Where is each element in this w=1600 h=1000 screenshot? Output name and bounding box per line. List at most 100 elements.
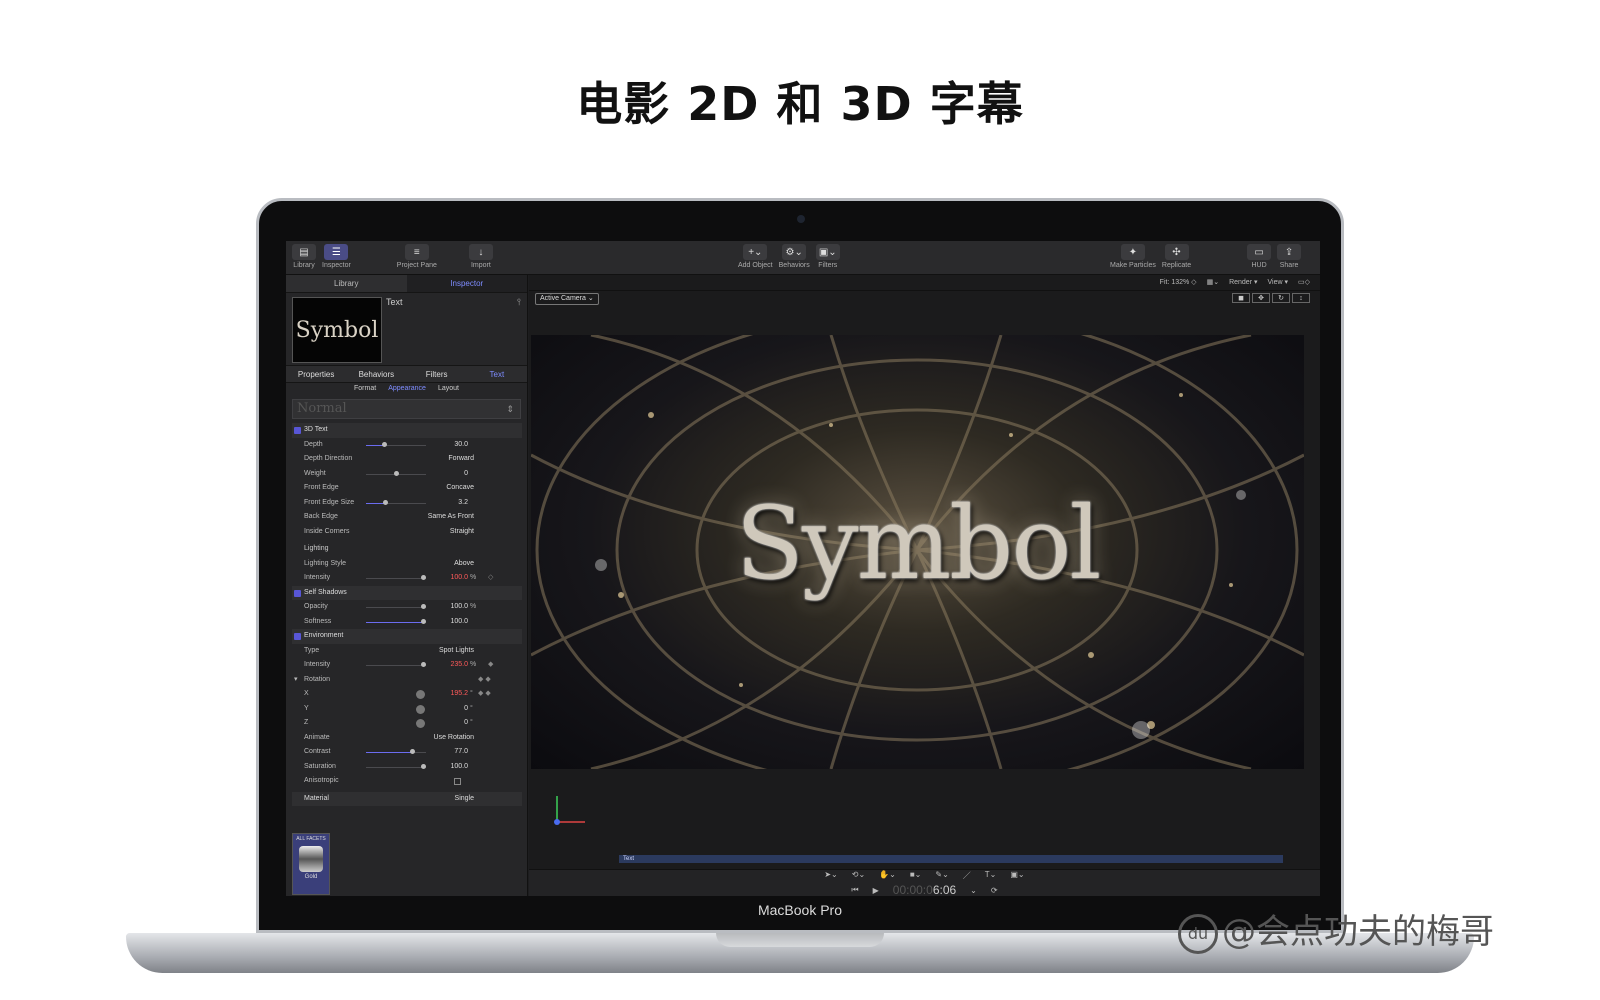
section-3d-text[interactable]: 3D Text	[292, 423, 522, 438]
timeline-text-track[interactable]: Text	[619, 855, 1283, 863]
orbit-icon[interactable]: ↻	[1272, 293, 1290, 303]
import-button[interactable]: ↓ Import	[468, 244, 493, 269]
anisotropic-checkbox[interactable]	[454, 778, 461, 785]
depth-slider[interactable]	[366, 441, 426, 447]
text-pane-tabs: Format Appearance Layout	[286, 383, 527, 395]
back-edge-select[interactable]: Same As Front	[392, 510, 474, 525]
hud-button[interactable]: ▭ HUD	[1247, 244, 1272, 269]
opacity-slider[interactable]	[366, 604, 426, 609]
env-intensity-slider[interactable]	[366, 662, 426, 667]
keyframe-icon[interactable]: ◆	[488, 658, 493, 673]
type-select[interactable]: Spot Lights	[402, 644, 474, 659]
inspector-button[interactable]: ☰ Inspector	[322, 244, 351, 269]
active-camera-menu[interactable]: Active Camera ⌄	[535, 293, 599, 305]
softness-slider[interactable]	[366, 618, 426, 624]
inside-corners-select[interactable]: Straight	[402, 525, 474, 540]
paint-tool-icon[interactable]: ／	[963, 870, 971, 883]
axis-gizmo-icon[interactable]	[551, 790, 591, 830]
canvas-tools: ➤⌄ ⟲⌄ ✋⌄ ■⌄ ✎⌄ ／ T⌄ ▣⌄	[529, 870, 1320, 883]
pin-icon[interactable]: ⫯	[517, 297, 521, 308]
checkbox-icon[interactable]	[294, 633, 301, 640]
transform-tool-icon[interactable]: ⟲⌄	[852, 870, 865, 883]
share-button[interactable]: ⇪ Share	[1277, 244, 1302, 269]
tab-behaviors[interactable]: Behaviors	[346, 366, 406, 382]
param-weight: Weight 0	[304, 469, 468, 477]
tab-properties[interactable]: Properties	[286, 366, 346, 382]
tab-appearance[interactable]: Appearance	[388, 383, 426, 395]
mini-timeline[interactable]: Text	[543, 855, 1303, 865]
canvas-viewer: Fit: 132% ◇ ▦⌄ Render ▾ View ▾ ▭◇ Active…	[529, 275, 1320, 896]
project-pane-button[interactable]: ≡ Project Pane	[397, 244, 437, 269]
depth-direction-select[interactable]: Forward	[402, 452, 474, 467]
render-menu[interactable]: Render ▾	[1229, 275, 1257, 290]
replicate-button[interactable]: ✣ Replicate	[1162, 244, 1191, 269]
mask-tool-icon[interactable]: ▣⌄	[1010, 870, 1024, 883]
material-swatch[interactable]: ALL FACETS Gold	[292, 833, 330, 895]
disclosure-triangle-icon[interactable]: ▾	[294, 673, 298, 688]
animate-select[interactable]: Use Rotation	[392, 731, 474, 746]
filters-button[interactable]: ▣⌄ Filters	[815, 244, 840, 269]
dolly-icon[interactable]: ↕	[1292, 293, 1310, 303]
camera-tool-buttons: ◼ ✥ ↻ ↕	[1232, 293, 1310, 303]
param-front-edge-size: Front Edge Size 3.2	[304, 498, 468, 506]
param-back-edge: Back Edge Same As Front	[292, 510, 522, 525]
param-animate: Animate Use Rotation	[292, 731, 522, 746]
weight-slider[interactable]	[366, 470, 426, 476]
tab-library[interactable]: Library	[286, 275, 407, 292]
checkbox-icon[interactable]	[294, 427, 301, 434]
saturation-slider[interactable]	[366, 763, 426, 769]
share-icon: ⇪	[1277, 244, 1302, 260]
param-depth: Depth 30.0	[304, 440, 468, 448]
tab-inspector[interactable]: Inspector	[406, 275, 527, 292]
keyframe-icon[interactable]: ◆ ◆	[478, 673, 491, 688]
library-button[interactable]: ▤ Library	[292, 244, 316, 269]
app-screen: ▤ Library ☰ Inspector ≡ Project Pane ↓ Impor…	[286, 241, 1320, 896]
keyframe-icon[interactable]: ◆ ◆	[478, 687, 491, 702]
make-particles-button[interactable]: ✦ Make Particles	[1110, 244, 1156, 269]
tab-text[interactable]: Text	[467, 366, 527, 382]
front-edge-size-slider[interactable]	[366, 499, 426, 505]
lighting-style-select[interactable]: Above	[402, 557, 474, 572]
material-select[interactable]: Single	[402, 792, 474, 807]
section-self-shadows[interactable]: Self Shadows	[292, 585, 522, 600]
material-preview-icon	[299, 846, 323, 872]
camera-icon[interactable]: ◼	[1232, 293, 1250, 303]
param-rotation-z: Z 0 °	[304, 719, 473, 728]
text-tool-icon[interactable]: T⌄	[985, 870, 997, 883]
section-environment[interactable]: Environment	[292, 629, 522, 644]
contrast-slider[interactable]	[366, 749, 426, 754]
bezier-tool-icon[interactable]: ✎⌄	[935, 870, 948, 883]
hud-icon: ▭	[1247, 244, 1272, 260]
keyframe-icon[interactable]: ◇	[488, 571, 493, 586]
param-opacity: Opacity 100.0%	[304, 603, 477, 610]
hand-tool-icon[interactable]: ✋⌄	[879, 870, 896, 883]
view-menu[interactable]: View ▾	[1267, 275, 1288, 290]
checkbox-icon[interactable]	[294, 589, 301, 597]
preset-select[interactable]: Normal ⇕	[292, 399, 521, 419]
intensity-slider[interactable]	[366, 575, 426, 580]
param-lighting-style: Lighting Style Above	[292, 557, 522, 572]
tab-layout[interactable]: Layout	[438, 383, 459, 395]
fit-zoom-menu[interactable]: Fit: 132% ◇	[1160, 275, 1197, 290]
select-tool-icon[interactable]: ➤⌄	[824, 870, 837, 883]
layout-menu[interactable]: ▭◇	[1298, 275, 1310, 290]
tab-filters[interactable]: Filters	[407, 366, 467, 382]
chevron-updown-icon: ⇕	[506, 404, 514, 414]
canvas-3d-title[interactable]: Symbol	[531, 485, 1304, 602]
pan-icon[interactable]: ✥	[1252, 293, 1270, 303]
add-object-icon: +⌄	[743, 244, 768, 260]
add-object-button[interactable]: +⌄ Add Object	[738, 244, 773, 269]
tab-format[interactable]: Format	[354, 383, 376, 395]
param-contrast: Contrast 77.0	[304, 748, 468, 755]
param-material: Material Single	[292, 791, 522, 807]
param-anisotropic: Anisotropic	[292, 774, 522, 789]
library-icon: ▤	[292, 244, 316, 260]
inspector-main-tabs: Properties Behaviors Filters Text	[286, 365, 527, 383]
color-channel-menu[interactable]: ▦⌄	[1207, 275, 1219, 290]
param-front-edge: Front Edge Concave	[292, 481, 522, 496]
render-canvas[interactable]: Symbol	[531, 335, 1304, 769]
behaviors-button[interactable]: ⚙⌄ Behaviors	[779, 244, 810, 269]
shape-tool-icon[interactable]: ■⌄	[910, 870, 922, 883]
preset-value: Normal	[297, 401, 347, 416]
front-edge-select[interactable]: Concave	[402, 481, 474, 496]
